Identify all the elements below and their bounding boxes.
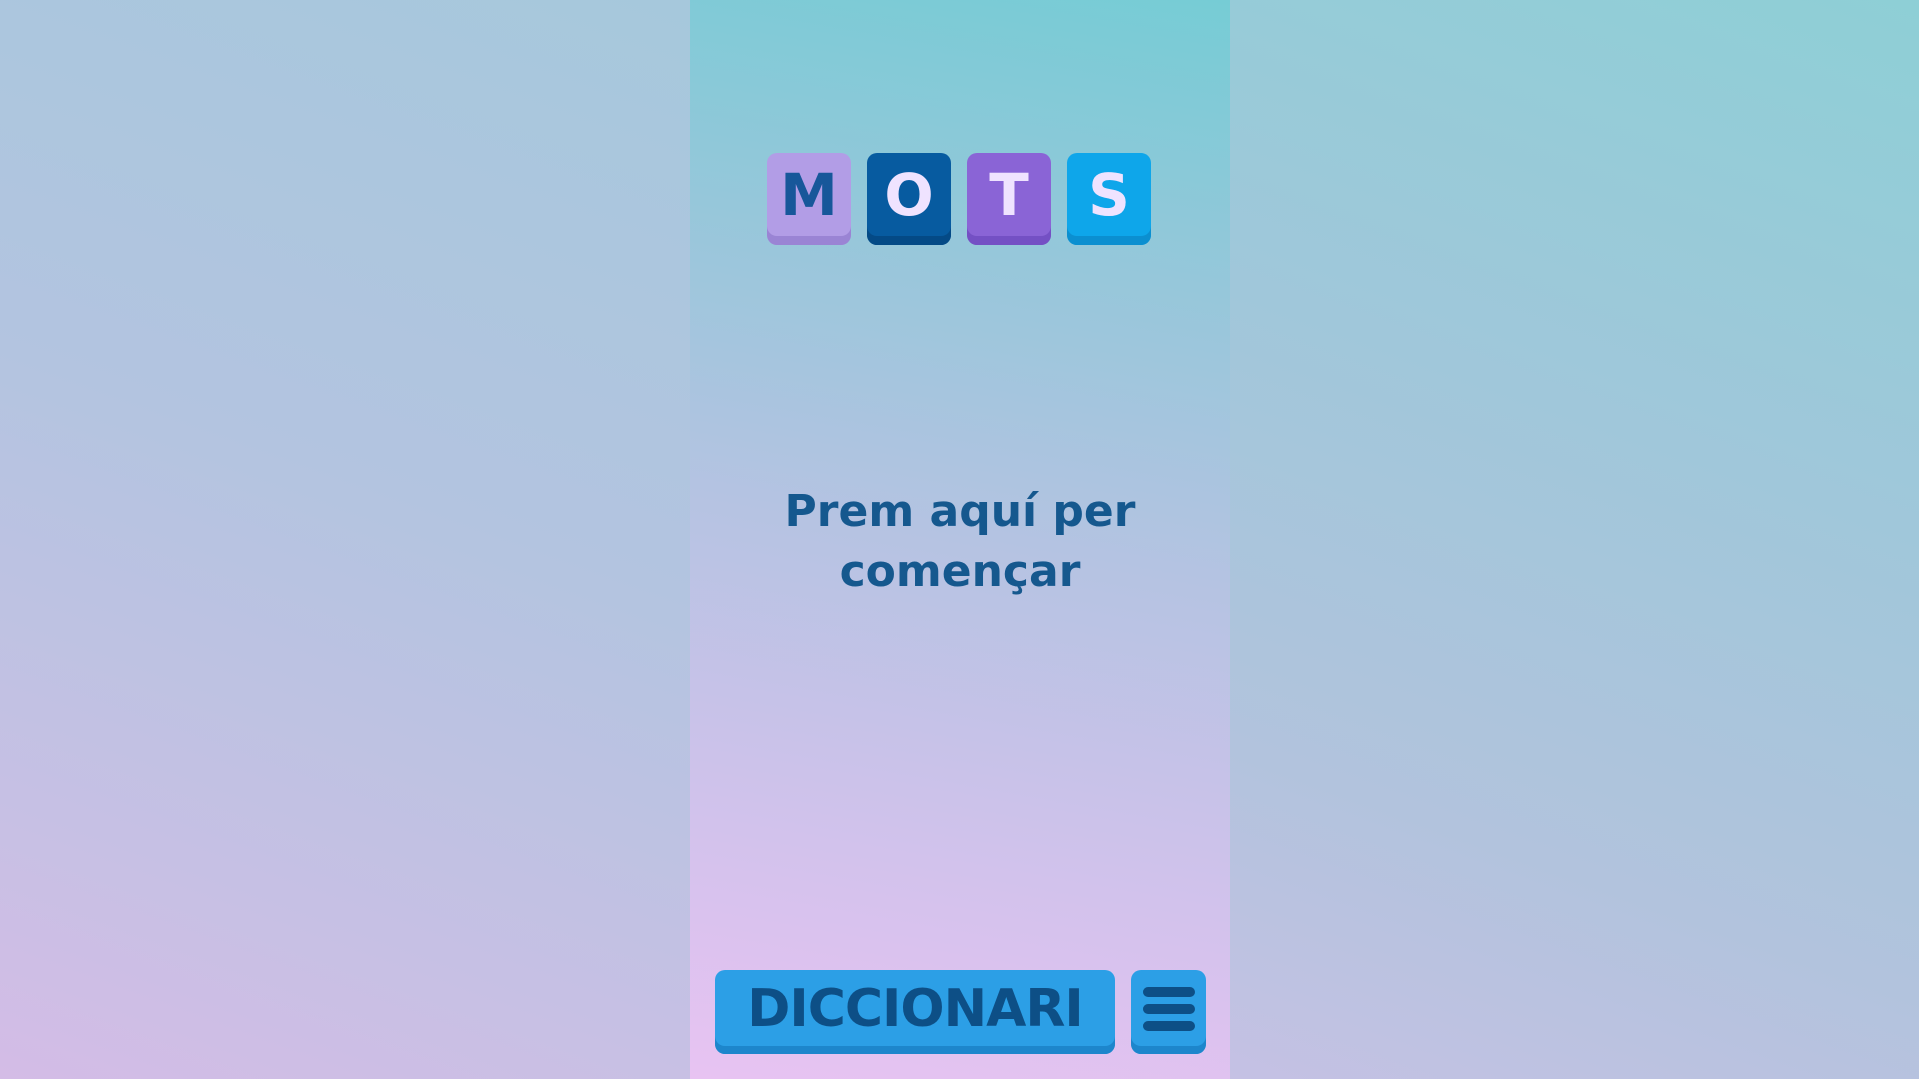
- background-left: [0, 0, 690, 1079]
- start-prompt-line-2[interactable]: començar: [690, 542, 1230, 602]
- start-prompt[interactable]: Prem aquí per començar: [690, 482, 1230, 602]
- start-prompt-line-1[interactable]: Prem aquí per: [690, 482, 1230, 542]
- title-tile-o: O: [867, 153, 951, 245]
- background-right: [1230, 0, 1919, 1079]
- bottom-bar: DICCIONARI: [715, 970, 1206, 1054]
- game-screen[interactable]: M O T S Prem aquí per començar DICCIONAR…: [690, 0, 1230, 1079]
- title-tile-t: T: [967, 153, 1051, 245]
- menu-button[interactable]: [1131, 970, 1206, 1054]
- hamburger-menu-icon: [1142, 987, 1195, 1031]
- title-tile-s: S: [1067, 153, 1151, 245]
- game-title-logo: M O T S: [767, 153, 1151, 245]
- dictionary-button[interactable]: DICCIONARI: [715, 970, 1115, 1054]
- title-tile-m: M: [767, 153, 851, 245]
